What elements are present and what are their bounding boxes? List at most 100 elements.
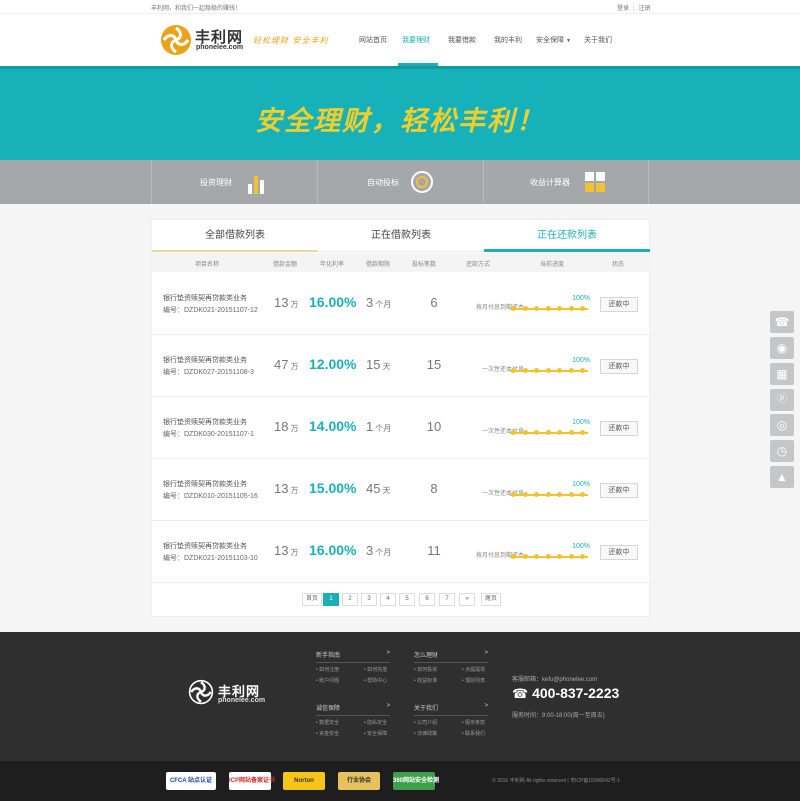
tab-repaying[interactable]: 正在还款列表 bbox=[484, 220, 650, 252]
chevron-right-icon: > bbox=[386, 703, 390, 709]
loan-term: 15 天 bbox=[366, 357, 390, 372]
bid-count: 8 bbox=[430, 481, 438, 496]
status-button[interactable]: 还款中 bbox=[600, 297, 638, 312]
nav-home[interactable]: 网站首页 bbox=[359, 35, 387, 45]
table-row[interactable]: 银行垫资赎契再贷款类业务 编号：DZDK010-20151105-16 13 万 … bbox=[152, 459, 650, 521]
side-weibo-button[interactable]: ◎ bbox=[770, 414, 794, 436]
project-code: 编号：DZDK030-20151107-1 bbox=[163, 431, 254, 438]
footer-column-title[interactable]: 关于我们 > bbox=[414, 703, 488, 716]
cfca-badge[interactable]: CFCA 站点认证 bbox=[166, 772, 216, 790]
footer-link[interactable]: • 服务条款 bbox=[462, 719, 485, 726]
annual-rate: 16.00% bbox=[309, 294, 357, 310]
side-qrcode-button[interactable]: ▦ bbox=[770, 363, 794, 385]
p-icon: ⓟ bbox=[777, 394, 787, 405]
side-qq-button[interactable]: ◉ bbox=[770, 337, 794, 359]
progress-dot bbox=[580, 554, 585, 559]
footer-link[interactable]: • 如何注册 bbox=[316, 666, 339, 673]
table-row[interactable]: 银行垫资赎契再贷款类业务 编号：DZDK021-20151107-12 13 万 … bbox=[152, 273, 650, 335]
feature-calculator[interactable]: 收益计算器 bbox=[483, 160, 649, 204]
footer-link[interactable]: • 隐私安全 bbox=[364, 719, 387, 726]
table-row[interactable]: 银行垫资赎契再贷款类业务 编号：DZDK021-20151103-10 13 万 … bbox=[152, 521, 650, 583]
footer-link[interactable]: • 如何充值 bbox=[364, 666, 387, 673]
progress-dot bbox=[557, 306, 562, 311]
progress-bar: 100% bbox=[510, 357, 590, 377]
footer-column-title-label: 怎么理财 bbox=[414, 653, 439, 659]
progress-dot bbox=[545, 554, 551, 559]
loan-amount: 13 万 bbox=[274, 295, 298, 310]
progress-dot bbox=[534, 306, 539, 311]
nav-invest[interactable]: 我要理财 bbox=[402, 35, 430, 45]
footer-link[interactable]: • 账户问题 bbox=[316, 677, 339, 684]
loan-amount-value: 18 bbox=[274, 419, 289, 434]
icp-badge[interactable]: ICP网站备案证书 bbox=[229, 772, 275, 790]
page-button[interactable]: 尾页 bbox=[481, 593, 502, 606]
feature-auto-bid[interactable]: 自动投标 bbox=[317, 160, 483, 204]
status-button[interactable]: 还款中 bbox=[600, 483, 638, 498]
progress-dot bbox=[511, 492, 516, 497]
banner-title: 安全理财，轻松丰利！ bbox=[255, 106, 545, 137]
side-phone-button[interactable]: ☎ bbox=[770, 311, 794, 333]
table-row[interactable]: 银行垫资赎契再贷款类业务 编号：DZDK030-20151107-1 18 万 1… bbox=[152, 397, 650, 459]
footer-link[interactable]: • 联系我们 bbox=[462, 730, 485, 737]
top-bar: 丰利网，和我们一起稳稳的赚钱！ 登录 | 注册 bbox=[0, 0, 800, 14]
footer-link[interactable]: • 收益标准 bbox=[414, 677, 437, 684]
site-header: 丰利网 phonelee.com 轻松理财 安全丰利 网站首页 我要理财 我要借… bbox=[0, 14, 800, 66]
status-button[interactable]: 还款中 bbox=[600, 421, 638, 436]
project-name[interactable]: 银行垫资赎契再贷款类业务 bbox=[163, 293, 247, 303]
footer-link[interactable]: • 理财列表 bbox=[462, 677, 485, 684]
project-name[interactable]: 银行垫资赎契再贷款类业务 bbox=[163, 479, 247, 489]
footer-column-title[interactable]: 新手指南 > bbox=[316, 650, 390, 663]
footer-link[interactable]: • 安全保障 bbox=[364, 730, 387, 737]
progress-dot bbox=[522, 430, 528, 435]
nav-borrow[interactable]: 我要借款 bbox=[448, 35, 476, 45]
page-button[interactable]: 2 bbox=[342, 593, 358, 606]
side-clock-button[interactable]: ◷ bbox=[770, 440, 794, 462]
footer-column-title[interactable]: 怎么理财 > bbox=[414, 650, 488, 663]
progress-dot bbox=[522, 554, 528, 559]
register-link[interactable]: 注册 bbox=[639, 6, 651, 12]
progress-dot bbox=[545, 492, 551, 497]
project-name[interactable]: 银行垫资赎契再贷款类业务 bbox=[163, 541, 247, 551]
annual-rate: 15.00% bbox=[309, 480, 357, 496]
footer-link[interactable]: • 公司介绍 bbox=[414, 719, 437, 726]
industry-badge[interactable]: 行业协会 bbox=[338, 772, 380, 790]
tab-borrowing[interactable]: 正在借款列表 bbox=[318, 220, 484, 252]
security-360-badge[interactable]: 360网站安全检测 bbox=[393, 772, 439, 790]
feature-invest[interactable]: 投资理财 bbox=[151, 160, 317, 204]
side-p-button[interactable]: ⓟ bbox=[770, 389, 794, 411]
progress-percent: 100% bbox=[572, 357, 590, 364]
site-logo[interactable]: 丰利网 phonelee.com bbox=[160, 24, 260, 56]
status-button[interactable]: 还款中 bbox=[600, 359, 638, 374]
page-button[interactable]: 1 bbox=[323, 593, 339, 606]
page-button[interactable]: » bbox=[459, 593, 475, 606]
footer-link[interactable]: • 如何投资 bbox=[414, 666, 437, 673]
footer-link[interactable]: • 帮助中心 bbox=[364, 677, 387, 684]
col-bids: 投标笔数 bbox=[411, 262, 437, 268]
page-button[interactable]: 首页 bbox=[302, 593, 323, 606]
back-to-top-button[interactable]: ▲ bbox=[770, 466, 794, 488]
page-button[interactable]: 3 bbox=[361, 593, 377, 606]
page-button[interactable]: 4 bbox=[380, 593, 396, 606]
footer-link[interactable]: • 资金安全 bbox=[316, 730, 339, 737]
col-project-name: 项目名称 bbox=[194, 262, 220, 268]
page-button[interactable]: 5 bbox=[399, 593, 415, 606]
nav-my-account[interactable]: 我的丰利 bbox=[494, 35, 522, 45]
loan-amount-unit: 万 bbox=[290, 548, 299, 557]
table-row[interactable]: 银行垫资赎契再贷款类业务 编号：DZDK027-20151108-3 47 万 1… bbox=[152, 335, 650, 397]
norton-badge[interactable]: Norton bbox=[283, 772, 325, 790]
project-code: 编号：DZDK021-20151103-10 bbox=[163, 555, 258, 562]
footer-link[interactable]: • 点提提现 bbox=[462, 666, 485, 673]
login-link[interactable]: 登录 bbox=[617, 6, 629, 12]
nav-security[interactable]: 安全保障 ▼ bbox=[536, 35, 571, 45]
nav-about[interactable]: 关于我们 bbox=[584, 35, 612, 45]
footer-column-title[interactable]: 诚信保障 > bbox=[316, 703, 390, 716]
project-name[interactable]: 银行垫资赎契再贷款类业务 bbox=[163, 417, 247, 427]
page-button[interactable]: 7 bbox=[439, 593, 455, 606]
footer-link[interactable]: • 数据安全 bbox=[316, 719, 339, 726]
tab-all-loans[interactable]: 全部借款列表 bbox=[152, 220, 318, 252]
status-button[interactable]: 还款中 bbox=[600, 545, 638, 560]
progress-bar: 100% bbox=[510, 419, 590, 439]
footer-link[interactable]: • 法律政策 bbox=[414, 730, 437, 737]
project-name[interactable]: 银行垫资赎契再贷款类业务 bbox=[163, 355, 247, 365]
page-button[interactable]: 6 bbox=[419, 593, 435, 606]
